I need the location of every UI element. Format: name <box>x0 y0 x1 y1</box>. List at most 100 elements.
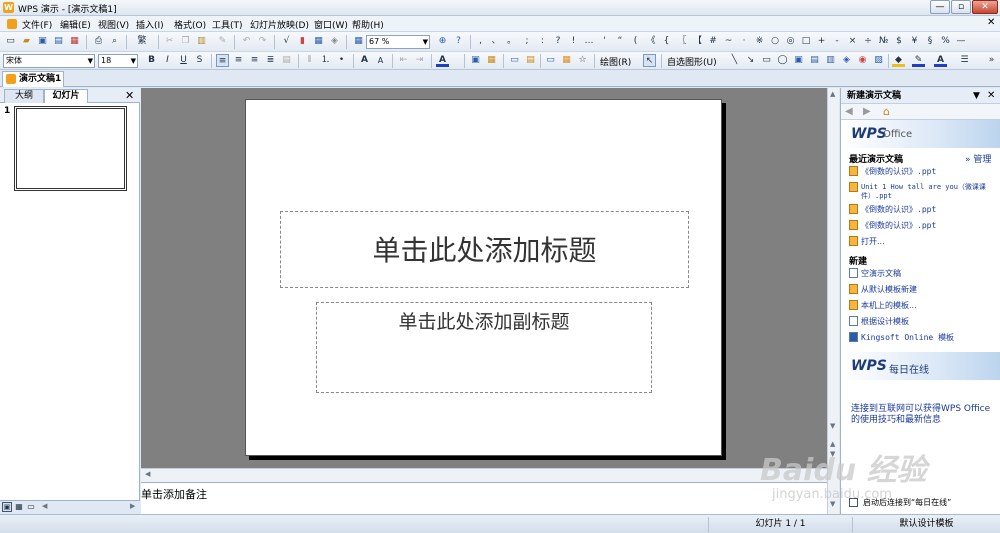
vertical-textbox-icon[interactable]: ▤ <box>808 54 821 67</box>
tab-slides[interactable]: 幻灯片 <box>44 89 88 103</box>
symbol-button[interactable]: □ <box>800 35 813 48</box>
select-pointer-icon[interactable]: ↖ <box>643 54 656 67</box>
arrow-icon[interactable]: ↘ <box>744 54 757 67</box>
toolbar-overflow-icon[interactable]: » <box>985 54 998 67</box>
menu-file[interactable]: 文件(F) <box>22 18 52 31</box>
vscroll-down-icon[interactable]: ▼ <box>830 422 835 430</box>
help-icon[interactable]: ? <box>452 35 465 48</box>
save-icon[interactable]: ▣ <box>36 35 49 48</box>
tab-outline[interactable]: 大纲 <box>4 89 44 103</box>
minimize-button[interactable]: — <box>930 0 950 14</box>
doc-menu-icon[interactable] <box>7 19 17 29</box>
symbol-button[interactable]: ' <box>598 35 611 48</box>
table-insert-icon[interactable]: ▦ <box>560 54 573 67</box>
symbol-button[interactable]: 《 <box>645 35 658 48</box>
recent-file-3[interactable]: 《倒数的认识》.ppt <box>861 205 997 214</box>
rectangle-icon[interactable]: ▭ <box>760 54 773 67</box>
online-template-link[interactable]: Kingsoft Online 模板 <box>861 333 997 342</box>
notes-pane[interactable]: 单击添加备注 <box>141 482 827 514</box>
new-blank-link[interactable]: 空演示文稿 <box>861 269 997 278</box>
symbol-button[interactable]: : <box>536 35 549 48</box>
menu-close-icon[interactable]: ✕ <box>987 17 995 28</box>
subtitle-placeholder[interactable]: 单击此处添加副标题 <box>316 302 652 393</box>
symbol-button[interactable]: , <box>474 35 487 48</box>
chinese-convert-button[interactable]: 繁 <box>132 35 152 48</box>
symbol-button[interactable]: ※ <box>753 35 766 48</box>
line-icon[interactable]: ╲ <box>728 54 741 67</box>
undo-icon[interactable]: ↶ <box>240 35 253 48</box>
slide-thumbnail[interactable] <box>14 106 127 191</box>
close-button[interactable]: ✕ <box>972 0 998 14</box>
underline-icon[interactable]: U <box>177 54 190 67</box>
symbol-button[interactable]: ◎ <box>784 35 797 48</box>
new-icon[interactable]: ▭ <box>4 35 17 48</box>
save-as-icon[interactable]: ▤ <box>52 35 65 48</box>
textbox-shape-icon[interactable]: ▣ <box>792 54 805 67</box>
symbol-button[interactable]: ~ <box>722 35 735 48</box>
autoshape-menu[interactable]: 自选图形(U) <box>667 55 717 68</box>
print-preview-icon[interactable]: ⌕ <box>108 35 121 48</box>
recent-file-2[interactable]: Unit 1 How tall are you（微课课件）.ppt <box>861 183 997 201</box>
symbol-button[interactable]: “ <box>614 35 627 48</box>
draw-menu[interactable]: 绘图(R) <box>600 55 631 68</box>
scroll-right-icon[interactable]: ▶ <box>130 502 135 510</box>
symbol-button[interactable]: - <box>831 35 844 48</box>
print-icon[interactable]: ⎙ <box>92 35 105 48</box>
hscroll-left-icon[interactable]: ◀ <box>145 470 150 478</box>
menu-tools[interactable]: 工具(T) <box>212 18 243 31</box>
manage-link[interactable]: » 管理 <box>965 152 991 165</box>
menu-help[interactable]: 帮助(H) <box>352 18 384 31</box>
symbol-button[interactable]: — <box>955 35 968 48</box>
numbering-icon[interactable]: ⒈ <box>319 54 332 67</box>
symbol-button[interactable]: ○ <box>769 35 782 48</box>
distribute-icon[interactable]: ▤ <box>280 54 293 67</box>
symbol-button[interactable]: 【 <box>691 35 704 48</box>
bullets-icon[interactable]: • <box>335 54 348 67</box>
menu-slideshow[interactable]: 幻灯片放映(D) <box>250 18 309 31</box>
symbol-button[interactable]: % <box>939 35 952 48</box>
symbol-button[interactable]: { <box>660 35 673 48</box>
justify-icon[interactable]: ≣ <box>264 54 277 67</box>
symbol-button[interactable]: № <box>877 35 890 48</box>
cut-icon[interactable]: ✂ <box>163 35 176 48</box>
increase-indent-icon[interactable]: ⇥ <box>413 54 426 67</box>
menu-view[interactable]: 视图(V) <box>98 18 129 31</box>
line-style-icon[interactable]: ☰ <box>958 54 971 67</box>
symbol-button[interactable]: ! <box>567 35 580 48</box>
image-icon[interactable]: ◈ <box>328 35 341 48</box>
text-box-icon[interactable]: ▭ <box>544 54 557 67</box>
column-icon[interactable]: ⦀ <box>303 54 316 67</box>
symbol-button[interactable]: ÷ <box>862 35 875 48</box>
italic-icon[interactable]: I <box>161 54 174 67</box>
menu-insert[interactable]: 插入(I) <box>136 18 164 31</box>
font-size-select[interactable]: 18 ▼ <box>98 54 138 68</box>
zoom-select[interactable]: 67 % ▼ <box>366 35 430 49</box>
design-template-link[interactable]: 根据设计模板 <box>861 317 997 326</box>
slide-layout-icon[interactable]: ▤ <box>524 54 537 67</box>
export-pdf-icon[interactable]: ▦ <box>68 35 81 48</box>
symbol-button[interactable]: ( <box>629 35 642 48</box>
bold-icon[interactable]: B <box>145 54 158 67</box>
forward-icon[interactable]: ▶ <box>863 106 871 117</box>
task-pane-menu-icon[interactable]: ▼ <box>973 88 980 104</box>
symbol-button[interactable]: 。 <box>505 35 518 48</box>
symbol-button[interactable]: ; <box>521 35 534 48</box>
font-color-icon[interactable]: A <box>436 54 449 67</box>
align-center-icon[interactable]: ≡ <box>232 54 245 67</box>
design-icon[interactable]: ▣ <box>469 54 482 67</box>
normal-view-icon[interactable]: ▣ <box>2 502 12 512</box>
panel-close-icon[interactable]: ✕ <box>125 89 134 102</box>
grid-icon[interactable]: ▦ <box>352 35 365 48</box>
clipart-icon[interactable]: ◉ <box>856 54 869 67</box>
shadow-icon[interactable]: S <box>193 54 206 67</box>
layout-icon[interactable]: ▦ <box>485 54 498 67</box>
open-link[interactable]: 打开... <box>861 237 997 246</box>
zoom-fit-icon[interactable]: ⊕ <box>436 35 449 48</box>
symbol-button[interactable]: ¥ <box>908 35 921 48</box>
symbol-button[interactable]: $ <box>893 35 906 48</box>
symbol-button[interactable]: + <box>815 35 828 48</box>
menu-format[interactable]: 格式(O) <box>174 18 206 31</box>
copy-icon[interactable]: ❐ <box>179 35 192 48</box>
fill-color-icon[interactable]: ◆ <box>892 54 905 67</box>
symbol-button[interactable]: × <box>846 35 859 48</box>
